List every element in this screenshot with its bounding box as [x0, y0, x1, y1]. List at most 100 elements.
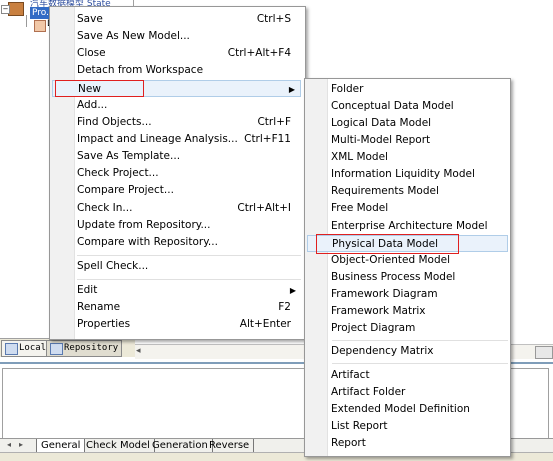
menu-item-compare-with-repository[interactable]: Compare with Repository...	[52, 234, 301, 251]
tab-local-label: Local	[19, 343, 47, 353]
menu-item-new[interactable]: New ▶	[52, 80, 301, 97]
submenu-item-artifact[interactable]: Artifact	[307, 367, 508, 384]
menu-item-check-project[interactable]: Check Project...	[52, 165, 301, 182]
menu-item-label: Compare Project...	[77, 184, 174, 196]
menu-item-shortcut: Ctrl+F	[257, 116, 291, 128]
menu-item-properties[interactable]: Properties Alt+Enter	[52, 316, 301, 333]
menu-item-spell-check[interactable]: Spell Check...	[52, 258, 301, 275]
menu-item-label: Business Process Model	[331, 271, 456, 283]
menu-item-shortcut: Ctrl+Alt+F4	[227, 47, 291, 59]
submenu-item-xml-model[interactable]: XML Model	[307, 149, 508, 166]
menu-item-find-objects[interactable]: Find Objects... Ctrl+F	[52, 114, 301, 131]
menu-item-label: Update from Repository...	[77, 219, 211, 231]
menu-item-save-as-template[interactable]: Save As Template...	[52, 148, 301, 165]
menu-item-shortcut: F2	[278, 301, 291, 313]
tab-scroll-right-icon[interactable]: ▸	[16, 440, 26, 450]
menu-item-label: Close	[77, 47, 106, 59]
menu-item-detach-from-workspace[interactable]: Detach from Workspace	[52, 62, 301, 79]
menu-item-update-from-repository[interactable]: Update from Repository...	[52, 217, 301, 234]
menu-item-label: List Report	[331, 420, 388, 432]
menu-item-label: Extended Model Definition	[331, 403, 470, 415]
tab-repository[interactable]: Repository	[46, 340, 123, 357]
new-submenu: Folder Conceptual Data Model Logical Dat…	[304, 78, 511, 457]
submenu-item-information-liquidity-model[interactable]: Information Liquidity Model	[307, 166, 508, 183]
submenu-item-artifact-folder[interactable]: Artifact Folder	[307, 384, 508, 401]
menu-item-label: Framework Diagram	[331, 288, 438, 300]
menu-item-label: Object-Oriented Model	[331, 254, 450, 266]
repository-tab-icon	[50, 343, 63, 355]
menu-separator	[332, 340, 508, 341]
menu-item-shortcut: Ctrl+Alt+I	[237, 202, 291, 214]
submenu-item-framework-diagram[interactable]: Framework Diagram	[307, 286, 508, 303]
menu-item-label: Requirements Model	[331, 185, 439, 197]
menu-item-add[interactable]: Add...	[52, 97, 301, 114]
menu-item-save[interactable]: Save Ctrl+S	[52, 11, 301, 28]
tab-local[interactable]: Local	[1, 340, 51, 357]
menu-item-label: Report	[331, 437, 366, 449]
menu-item-label: Properties	[77, 318, 131, 330]
menu-separator	[332, 363, 508, 364]
submenu-item-extended-model-definition[interactable]: Extended Model Definition	[307, 401, 508, 418]
menu-separator	[77, 279, 301, 280]
submenu-item-report[interactable]: Report	[307, 435, 508, 452]
menu-item-impact-lineage-analysis[interactable]: Impact and Lineage Analysis... Ctrl+F11	[52, 131, 301, 148]
menu-item-label: Dependency Matrix	[331, 345, 434, 357]
submenu-item-logical-data-model[interactable]: Logical Data Model	[307, 115, 508, 132]
tab-reverse[interactable]: Reverse	[205, 439, 255, 452]
menu-item-label: Check Project...	[77, 167, 159, 179]
menu-item-label: Free Model	[331, 202, 389, 214]
menu-item-label: XML Model	[331, 151, 388, 163]
menu-item-label: Artifact	[331, 369, 370, 381]
submenu-item-folder[interactable]: Folder	[307, 81, 508, 98]
submenu-item-conceptual-data-model[interactable]: Conceptual Data Model	[307, 98, 508, 115]
scroll-thumb[interactable]	[535, 346, 553, 359]
menu-item-label: Find Objects...	[77, 116, 152, 128]
submenu-item-requirements-model[interactable]: Requirements Model	[307, 183, 508, 200]
menu-item-label: Save	[77, 13, 103, 25]
menu-item-close[interactable]: Close Ctrl+Alt+F4	[52, 45, 301, 62]
menu-item-label: Rename	[77, 301, 121, 313]
tab-scroll-left-icon[interactable]: ◂	[4, 440, 14, 450]
submenu-item-object-oriented-model[interactable]: Object-Oriented Model	[307, 252, 508, 269]
menu-item-label: Detach from Workspace	[77, 64, 204, 76]
menu-item-label: Add...	[77, 99, 108, 111]
submenu-item-framework-matrix[interactable]: Framework Matrix	[307, 303, 508, 320]
submenu-item-enterprise-architecture-model[interactable]: Enterprise Architecture Model	[307, 218, 508, 235]
scroll-left-icon[interactable]: ◂	[136, 346, 141, 356]
menu-item-label: Check In...	[77, 202, 133, 214]
menu-item-rename[interactable]: Rename F2	[52, 299, 301, 316]
submenu-item-project-diagram[interactable]: Project Diagram	[307, 320, 508, 337]
menu-item-label: Edit	[77, 284, 98, 296]
menu-item-label: Compare with Repository...	[77, 236, 218, 248]
menu-item-label: Save As New Model...	[77, 30, 190, 42]
submenu-item-physical-data-model[interactable]: Physical Data Model	[307, 235, 508, 252]
menu-item-label: Logical Data Model	[331, 117, 432, 129]
submenu-item-multi-model-report[interactable]: Multi-Model Report	[307, 132, 508, 149]
tree-connector-line	[26, 15, 27, 27]
menu-item-shortcut: Ctrl+S	[256, 13, 291, 25]
collapse-icon[interactable]: −	[1, 5, 10, 14]
menu-item-edit[interactable]: Edit ▶	[52, 282, 301, 299]
menu-item-label: Information Liquidity Model	[331, 168, 475, 180]
submenu-item-dependency-matrix[interactable]: Dependency Matrix	[307, 343, 508, 360]
menu-item-check-in[interactable]: Check In... Ctrl+Alt+I	[52, 200, 301, 217]
project-context-menu: Save Ctrl+S Save As New Model... Close C…	[49, 6, 306, 340]
workspace-node-icon[interactable]: −	[1, 2, 24, 16]
menu-item-save-as-new-model[interactable]: Save As New Model...	[52, 28, 301, 45]
menu-item-label: Physical Data Model	[332, 238, 438, 250]
submenu-item-business-process-model[interactable]: Business Process Model	[307, 269, 508, 286]
menu-item-label: New	[78, 83, 101, 95]
tab-repository-label: Repository	[64, 343, 119, 353]
menu-item-compare-project[interactable]: Compare Project...	[52, 182, 301, 199]
menu-item-label: Framework Matrix	[331, 305, 426, 317]
menu-separator	[77, 255, 301, 256]
tab-generation[interactable]: Generation	[148, 439, 213, 452]
local-tab-icon	[5, 343, 18, 355]
tab-check-model[interactable]: Check Model	[82, 439, 155, 452]
menu-item-label: Conceptual Data Model	[331, 100, 454, 112]
diagram-node-icon[interactable]: D	[34, 19, 54, 32]
submenu-item-list-report[interactable]: List Report	[307, 418, 508, 435]
menu-item-shortcut: Alt+Enter	[239, 318, 291, 330]
submenu-item-free-model[interactable]: Free Model	[307, 200, 508, 217]
tab-general[interactable]: General	[36, 439, 86, 452]
